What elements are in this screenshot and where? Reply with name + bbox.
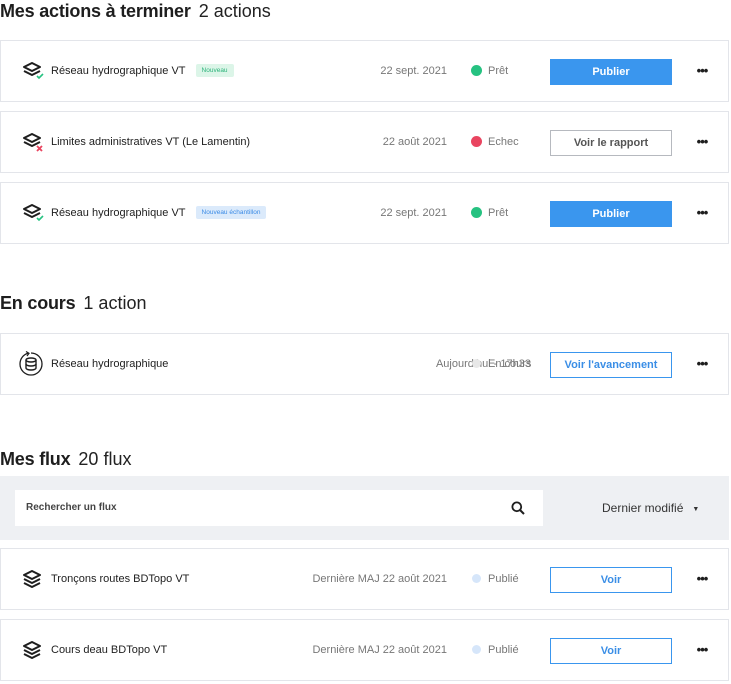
more-options-icon[interactable]: ••• [691, 183, 713, 243]
section-title-inprogress: En cours 1 action [0, 292, 146, 314]
flow-status: Publié [472, 549, 519, 609]
todo-row: Limites administratives VT (Le Lamentin)… [0, 111, 729, 173]
publish-button[interactable]: Publier [550, 59, 672, 85]
flow-date: 22 août 2021 [382, 136, 447, 148]
todo-row: Réseau hydrographique VT Nouveau 22 sept.… [0, 40, 729, 102]
more-options-icon[interactable]: ••• [691, 41, 713, 101]
status-text: Prêt [488, 65, 509, 77]
more-options-icon[interactable]: ••• [691, 620, 713, 680]
section-heading: Mes actions à terminer [0, 1, 191, 21]
status-published-icon [472, 644, 481, 654]
view-button[interactable]: Voir [550, 567, 672, 593]
inprogress-row: Réseau hydrographique Aujourd'hui - 17h3… [0, 333, 729, 395]
more-options-icon[interactable]: ••• [691, 549, 713, 609]
more-options-icon[interactable]: ••• [691, 112, 713, 172]
flux-row: Tronçons routes BDTopo VT Dernière MAJ 2… [0, 548, 729, 610]
flow-name: Limites administratives VT (Le Lamentin) [51, 136, 251, 148]
filter-bar: Rechercher un flux Dernier modifié ▼ [0, 476, 729, 540]
status-ready-dot [471, 64, 482, 76]
layers-check-icon [23, 204, 44, 222]
view-progress-button[interactable]: Voir l'avancement [550, 352, 672, 378]
flow-date: Dernière MAJ 22 août 2021 [312, 573, 447, 585]
flow-status: Prêt [471, 183, 508, 243]
new-sample-badge: Nouveau échantillon [195, 205, 267, 219]
publish-button[interactable]: Publier [550, 201, 672, 227]
status-text: Echec [488, 136, 519, 148]
layers-error-icon [23, 133, 43, 152]
flow-name: Tronçons routes BDTopo VT [51, 573, 190, 585]
flow-name: Cours deau BDTopo VT [51, 644, 168, 656]
flow-date: 22 sept. 2021 [380, 207, 447, 219]
status-text: Publié [488, 644, 519, 656]
database-sync-icon [19, 350, 43, 376]
new-badge: Nouveau [195, 63, 234, 77]
sort-label: Dernier modifié [602, 501, 684, 515]
section-title-todo: Mes actions à terminer 2 actions [0, 0, 271, 22]
section-heading: En cours [0, 293, 76, 313]
section-title-flux: Mes flux 20 flux [0, 448, 131, 470]
flow-status: Publié [472, 620, 519, 680]
todo-row: Réseau hydrographique VT Nouveau échantil… [0, 182, 729, 244]
section-count: 2 actions [198, 1, 271, 21]
status-text: Publié [488, 573, 519, 585]
search-icon[interactable] [511, 501, 525, 515]
search-input[interactable]: Rechercher un flux [15, 490, 543, 526]
flow-name: Réseau hydrographique VT Nouveau échantil… [51, 183, 267, 243]
layers-icon [23, 641, 41, 659]
flow-name-text: Réseau hydrographique VT [51, 207, 186, 219]
layers-check-icon [23, 62, 44, 80]
flow-name: Réseau hydrographique [51, 358, 169, 370]
sort-dropdown[interactable]: Dernier modifié ▼ [602, 476, 699, 540]
flow-status: En cours [472, 334, 531, 394]
flow-status: Prêt [471, 41, 508, 101]
more-options-icon[interactable]: ••• [691, 334, 713, 394]
flux-row: Cours deau BDTopo VT Dernière MAJ 22 aoû… [0, 619, 729, 681]
status-ready-dot [471, 206, 482, 218]
search-placeholder: Rechercher un flux [26, 502, 117, 513]
status-inprogress-dot [472, 358, 481, 368]
status-text: Prêt [488, 207, 509, 219]
view-button[interactable]: Voir [550, 638, 672, 664]
status-text: En cours [488, 358, 532, 370]
flow-date: Dernière MAJ 22 août 2021 [312, 644, 447, 656]
flow-status: Echec [471, 112, 519, 172]
caret-down-icon: ▼ [692, 506, 700, 513]
flow-name: Réseau hydrographique VT Nouveau [51, 41, 234, 101]
view-report-button[interactable]: Voir le rapport [550, 130, 672, 156]
section-heading: Mes flux [0, 449, 71, 469]
flow-date: 22 sept. 2021 [380, 65, 447, 77]
flow-name-text: Réseau hydrographique VT [51, 65, 186, 77]
section-count: 20 flux [78, 449, 132, 469]
status-published-icon [472, 573, 481, 583]
layers-icon [23, 570, 41, 588]
section-count: 1 action [83, 293, 147, 313]
status-error-dot [471, 135, 482, 147]
